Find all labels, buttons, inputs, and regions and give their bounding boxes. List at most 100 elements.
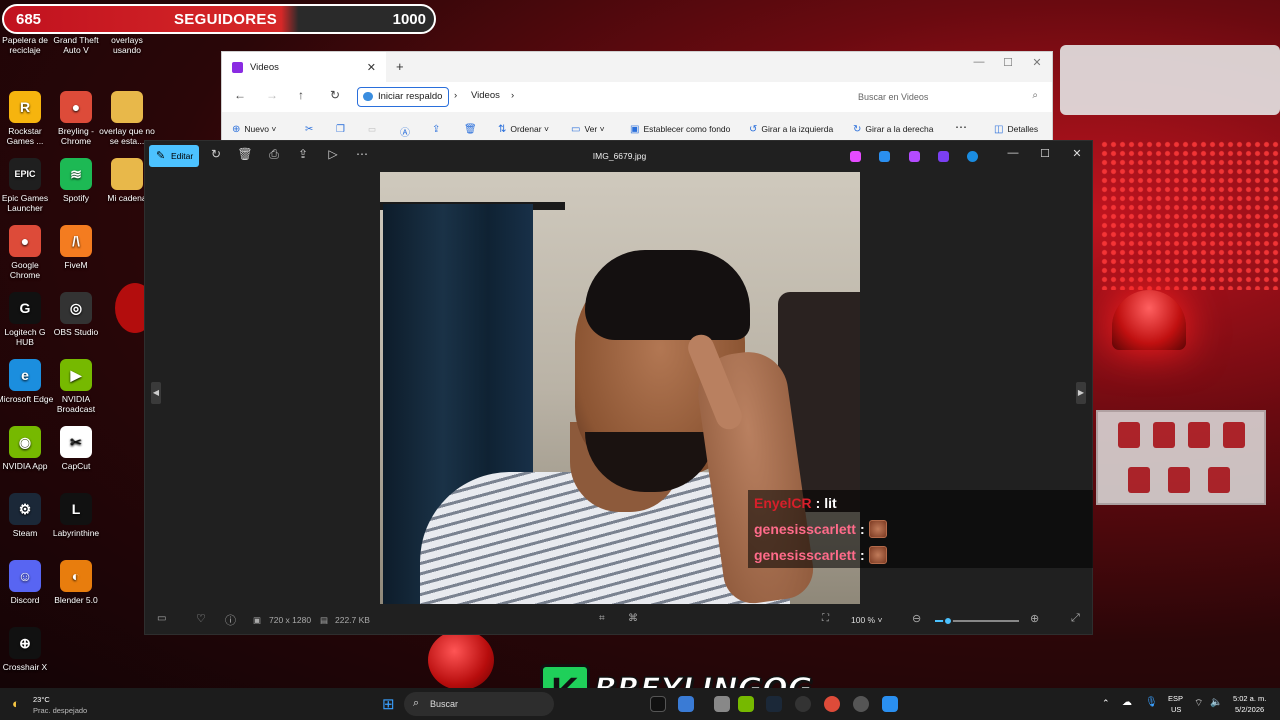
next-photo-button[interactable]: ▶ xyxy=(1076,382,1086,404)
maximize-icon[interactable]: ☐ xyxy=(993,56,1023,69)
app-icon: ☺ xyxy=(9,560,41,592)
breadcrumb[interactable]: Videos xyxy=(471,90,500,101)
minimize-icon[interactable]: — xyxy=(1003,147,1023,159)
back-arrow-icon[interactable]: ← xyxy=(234,88,246,102)
cut-icon[interactable]: ✂ xyxy=(305,124,317,135)
chat-username: EnyelCR xyxy=(754,495,812,511)
view-button[interactable]: ▭ Ver ˅ xyxy=(571,124,605,135)
set-background-button[interactable]: ▣ Establecer como fondo xyxy=(630,124,730,135)
desktop-icon[interactable]: ◐ Blender 5.0 xyxy=(47,560,105,605)
rotate-left-button[interactable]: ↺ Girar a la izquierda xyxy=(749,124,833,135)
fit-to-window-icon[interactable]: ⛶ xyxy=(822,613,829,624)
rotate-right-button[interactable]: ↻ Girar a la derecha xyxy=(853,124,933,135)
wifi-icon[interactable]: ⌔ xyxy=(1194,697,1203,710)
desktop-icon[interactable]: overlay que no se esta... xyxy=(98,91,156,146)
rotate-right-label: Girar a la derecha xyxy=(865,124,934,134)
previous-photo-button[interactable]: ◀ xyxy=(151,382,161,404)
start-menu-icon[interactable]: ⊞ xyxy=(382,695,395,713)
paste-icon[interactable]: ▭ xyxy=(368,124,376,135)
onedrive-icon[interactable] xyxy=(967,151,978,162)
desktop-icon[interactable]: /\ FiveM xyxy=(47,225,105,270)
minimize-icon[interactable]: — xyxy=(964,56,994,68)
desktop-icon-label: CapCut xyxy=(61,461,91,471)
designer-icon[interactable] xyxy=(879,151,890,162)
taskbar-app-icon[interactable] xyxy=(678,696,694,712)
language-top[interactable]: ESP xyxy=(1168,694,1183,703)
desktop-icon[interactable]: ⊕ Crosshair X xyxy=(0,627,54,672)
maximize-icon[interactable]: ☐ xyxy=(1035,147,1055,160)
taskbar-search[interactable]: ⌕ Buscar xyxy=(404,692,554,716)
zoom-slider[interactable] xyxy=(935,616,1019,626)
sort-button[interactable]: ⇅ Ordenar ˅ xyxy=(498,124,549,135)
backup-button[interactable]: Iniciar respaldo xyxy=(357,87,450,107)
volume-icon[interactable]: 🔈 xyxy=(1210,697,1222,708)
network-tray-icon[interactable]: ☁ xyxy=(1122,697,1132,708)
new-button[interactable]: ⊕ Nuevo ˅ xyxy=(232,124,276,135)
language-bottom: US xyxy=(1171,705,1182,714)
nvidia-taskbar-icon[interactable] xyxy=(738,696,754,712)
new-tab-button[interactable]: + xyxy=(396,59,404,74)
desktop-icon[interactable]: L Labyrinthine xyxy=(47,493,105,538)
visual-search-icon[interactable]: ⌗ xyxy=(599,613,605,624)
obs-taskbar-icon[interactable] xyxy=(795,696,811,712)
zoom-level-dropdown[interactable]: 100 % ˅ xyxy=(851,615,882,625)
taskbar-app-icon[interactable] xyxy=(714,696,730,712)
refresh-icon[interactable]: ↻ xyxy=(330,88,340,102)
tab-videos[interactable]: Videos ✕ xyxy=(222,52,386,82)
copilot-icon[interactable] xyxy=(850,151,861,162)
desktop-icon[interactable]: R Rockstar Games ... xyxy=(0,91,54,146)
desktop-icon[interactable]: ⚙ Steam xyxy=(0,493,54,538)
close-tab-icon[interactable]: ✕ xyxy=(367,61,376,74)
clock-time[interactable]: 5:02 a. m. xyxy=(1233,694,1266,703)
show-hidden-icons[interactable]: ⌃ xyxy=(1102,698,1110,709)
zoom-out-icon[interactable]: ⊖ xyxy=(912,612,921,625)
desktop-icon[interactable]: ▶ NVIDIA Broadcast xyxy=(47,359,105,414)
fullscreen-icon[interactable]: ⤢ xyxy=(1071,612,1080,625)
more-options-icon[interactable]: ⋯ xyxy=(955,120,967,134)
favorite-icon[interactable]: ♡ xyxy=(196,612,206,625)
details-button[interactable]: ◫ Detalles xyxy=(994,124,1038,135)
up-arrow-icon[interactable]: ↑ xyxy=(298,88,304,102)
photos-taskbar-icon[interactable] xyxy=(882,696,898,712)
close-icon[interactable]: ✕ xyxy=(1067,147,1087,160)
desktop-icon[interactable]: ✂ CapCut xyxy=(47,426,105,471)
desktop-icon[interactable]: ◉ NVIDIA App xyxy=(0,426,54,471)
zoom-in-icon[interactable]: ⊕ xyxy=(1030,612,1039,625)
search-input[interactable]: Buscar en Videos ⌕ xyxy=(850,86,1046,108)
forward-arrow-icon[interactable]: → xyxy=(266,88,278,102)
rename-icon[interactable]: Ⓐ xyxy=(400,124,414,139)
breadcrumb-expand-icon[interactable]: › xyxy=(511,90,514,101)
desktop-icon[interactable]: overlays usando xyxy=(98,8,156,55)
file-explorer-window: Videos ✕ + — ☐ ✕ ← → ↑ ↻ Iniciar respald… xyxy=(221,51,1053,143)
taskbar-app-icon[interactable] xyxy=(650,696,666,712)
desktop-icon[interactable]: ≋ Spotify xyxy=(47,158,105,203)
desktop-icon[interactable]: ☺ Discord xyxy=(0,560,54,605)
steam-taskbar-icon[interactable] xyxy=(766,696,782,712)
app-icon: ⚙ xyxy=(9,493,41,525)
chrome-taskbar-icon[interactable] xyxy=(824,696,840,712)
delete-icon[interactable]: 🗑 xyxy=(464,124,481,135)
desktop-icon[interactable]: ● Breyling - Chrome xyxy=(47,91,105,146)
mic-tray-icon[interactable]: 🎙 xyxy=(1145,697,1158,708)
copy-icon[interactable]: ❐ xyxy=(336,124,349,135)
filmstrip-icon[interactable]: ▭ xyxy=(157,613,166,624)
zoom-slider-thumb[interactable] xyxy=(942,616,953,626)
desktop-icon[interactable]: e Microsoft Edge xyxy=(0,359,54,404)
info-icon[interactable]: ⓘ xyxy=(225,612,236,628)
desktop-icon[interactable]: 🗑Papelera de reciclaje xyxy=(0,8,54,55)
details-label: Detalles xyxy=(1007,124,1039,134)
breadcrumb-chevron-icon: › xyxy=(454,90,458,101)
paint-icon[interactable] xyxy=(938,151,949,162)
weather-temp[interactable]: 23°C xyxy=(33,695,50,704)
desktop-icon[interactable]: EPIC Epic Games Launcher xyxy=(0,158,54,213)
share-icon[interactable]: ⇪ xyxy=(432,124,444,135)
close-icon[interactable]: ✕ xyxy=(1022,56,1052,69)
desktop-icon[interactable]: ● Google Chrome xyxy=(0,225,54,280)
taskbar-app-icon[interactable] xyxy=(853,696,869,712)
desktop-icon[interactable]: G Logitech G HUB xyxy=(0,292,54,347)
desktop-icon[interactable]: VGrand Theft Auto V xyxy=(47,8,105,55)
ocr-icon[interactable]: ⌘ xyxy=(628,613,638,624)
desktop-icon[interactable]: ◎ OBS Studio xyxy=(47,292,105,337)
clipchamp-icon[interactable] xyxy=(909,151,920,162)
weather-icon[interactable]: ◐ xyxy=(12,696,20,711)
